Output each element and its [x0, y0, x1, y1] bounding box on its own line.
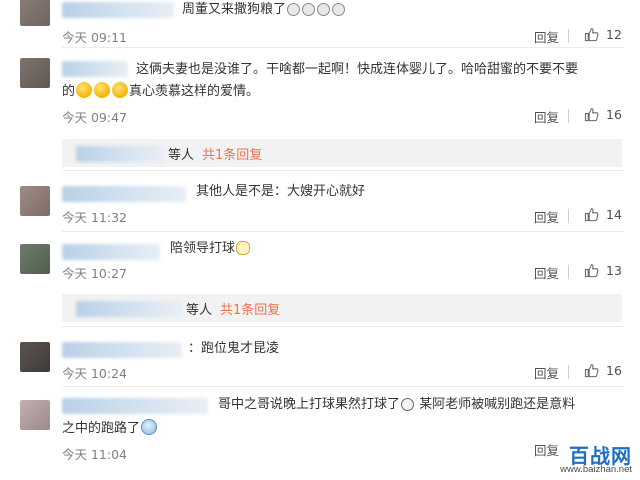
comment-text: 的 真心羡慕这样的爱情。	[62, 81, 259, 103]
avatar[interactable]	[20, 186, 50, 216]
sweat-emoji-icon	[112, 82, 129, 98]
comment-text: 之中的跑路了	[62, 418, 158, 440]
comment-text: 陪领导打球	[170, 238, 251, 260]
username[interactable]	[76, 146, 164, 162]
comment-text: 其他人是不是：大嫂开心就好	[196, 181, 365, 203]
reply-button[interactable]: 回复	[534, 263, 559, 282]
comment-time: 今天 10:24	[62, 366, 127, 381]
comment-item: 周董又来撒狗粮了 今天 09:11 回复 12	[0, 0, 640, 48]
dog-emoji-icon	[401, 398, 415, 411]
comment-time: 今天 10:27	[62, 266, 127, 281]
thumbs-up-icon[interactable]	[584, 27, 599, 42]
comment-text-content: 这俩夫妻也是没谁了。干啥都一起啊！快成连体婴儿了。哈哈甜蜜的不要不要	[136, 62, 579, 77]
comment-time: 今天 09:47	[62, 110, 127, 125]
username[interactable]	[62, 342, 182, 358]
avatar[interactable]	[20, 400, 50, 430]
thumbs-up-icon[interactable]	[584, 207, 599, 222]
username[interactable]	[62, 61, 128, 77]
divider	[568, 265, 569, 279]
comment-text-content: 之中的跑路了	[62, 421, 141, 436]
reply-button[interactable]: 回复	[534, 107, 559, 126]
comment-text-content: 某阿老师被喊别跑还是意料	[419, 397, 576, 412]
comment-text-content: 周董又来撒狗粮了	[182, 2, 287, 17]
sub-reply-box[interactable]: 等人 共1条回复	[62, 139, 622, 167]
sub-reply-link[interactable]: 共1条回复	[202, 144, 262, 163]
avatar[interactable]	[20, 244, 50, 274]
comment-time: 今天 11:32	[62, 210, 127, 225]
skull-emoji-icon	[302, 3, 316, 16]
sweat-emoji-icon	[76, 82, 93, 98]
sweat-emoji-icon	[94, 82, 111, 98]
comment-text-content: ：跑位鬼才昆凌	[188, 341, 280, 356]
comment-item: ：跑位鬼才昆凌 今天 10:24 回复 16	[0, 326, 640, 387]
thumbs-up-icon[interactable]	[584, 363, 599, 378]
comment-item: 其他人是不是：大嫂开心就好 今天 11:32 回复 14	[0, 170, 640, 232]
comment-time: 今天 09:11	[62, 30, 127, 45]
reply-button[interactable]: 回复	[534, 27, 559, 46]
reply-button[interactable]: 回复	[534, 363, 559, 382]
comment-text-content: 真心羡慕这样的爱情。	[129, 84, 260, 99]
skull-emoji-icon	[332, 3, 346, 16]
reply-button[interactable]: 回复	[534, 207, 559, 226]
divider	[568, 365, 569, 379]
divider	[62, 326, 624, 327]
comment-text: 这俩夫妻也是没谁了。干啥都一起啊！快成连体婴儿了。哈哈甜蜜的不要不要	[136, 59, 578, 81]
divider	[62, 170, 624, 171]
comment-text: 周董又来撒狗粮了	[182, 0, 346, 21]
sub-reply-suffix: 等人	[168, 148, 195, 163]
username[interactable]	[62, 244, 160, 260]
divider	[568, 29, 569, 43]
divider	[62, 386, 624, 387]
watermark-url: www.baizhan.net	[560, 464, 632, 475]
comment-text-content: 陪领导打球	[170, 241, 236, 256]
comment-item: 这俩夫妻也是没谁了。干啥都一起啊！快成连体婴儿了。哈哈甜蜜的不要不要 的 真心羡慕…	[0, 48, 640, 132]
skull-emoji-icon	[317, 3, 331, 16]
sub-reply-suffix: 等人	[186, 303, 213, 318]
like-count: 13	[606, 263, 622, 278]
comment-text-content: 哥中之哥说晚上打球果然打球了	[218, 397, 401, 412]
like-count: 16	[606, 107, 622, 122]
sub-reply-link[interactable]: 共1条回复	[220, 299, 280, 318]
avatar[interactable]	[20, 58, 50, 88]
avatar[interactable]	[20, 0, 50, 26]
comment-item: 陪领导打球 今天 10:27 回复 13	[0, 232, 640, 292]
crying-emoji-icon	[141, 419, 158, 435]
comment-time: 今天 11:04	[62, 447, 127, 462]
comment-text-content: 的	[62, 84, 76, 99]
site-watermark: 百战网 www.baizhan.net	[540, 440, 632, 476]
username[interactable]	[62, 398, 208, 414]
skull-emoji-icon	[287, 3, 301, 16]
divider	[568, 209, 569, 223]
username[interactable]	[62, 186, 186, 202]
username[interactable]	[62, 2, 174, 18]
thumbs-up-icon[interactable]	[584, 107, 599, 122]
avatar[interactable]	[20, 342, 50, 372]
comment-text: ：跑位鬼才昆凌	[188, 338, 279, 360]
like-count: 12	[606, 27, 622, 42]
cat-emoji-icon	[236, 241, 251, 255]
divider	[568, 109, 569, 123]
like-count: 14	[606, 207, 622, 222]
like-count: 16	[606, 363, 622, 378]
comment-text-content: 其他人是不是：大嫂开心就好	[196, 184, 366, 199]
thumbs-up-icon[interactable]	[584, 263, 599, 278]
comment-text: 哥中之哥说晚上打球果然打球了 某阿老师被喊别跑还是意料	[218, 394, 575, 416]
sub-reply-box[interactable]: 等人 共1条回复	[62, 294, 622, 322]
username[interactable]	[76, 301, 182, 317]
